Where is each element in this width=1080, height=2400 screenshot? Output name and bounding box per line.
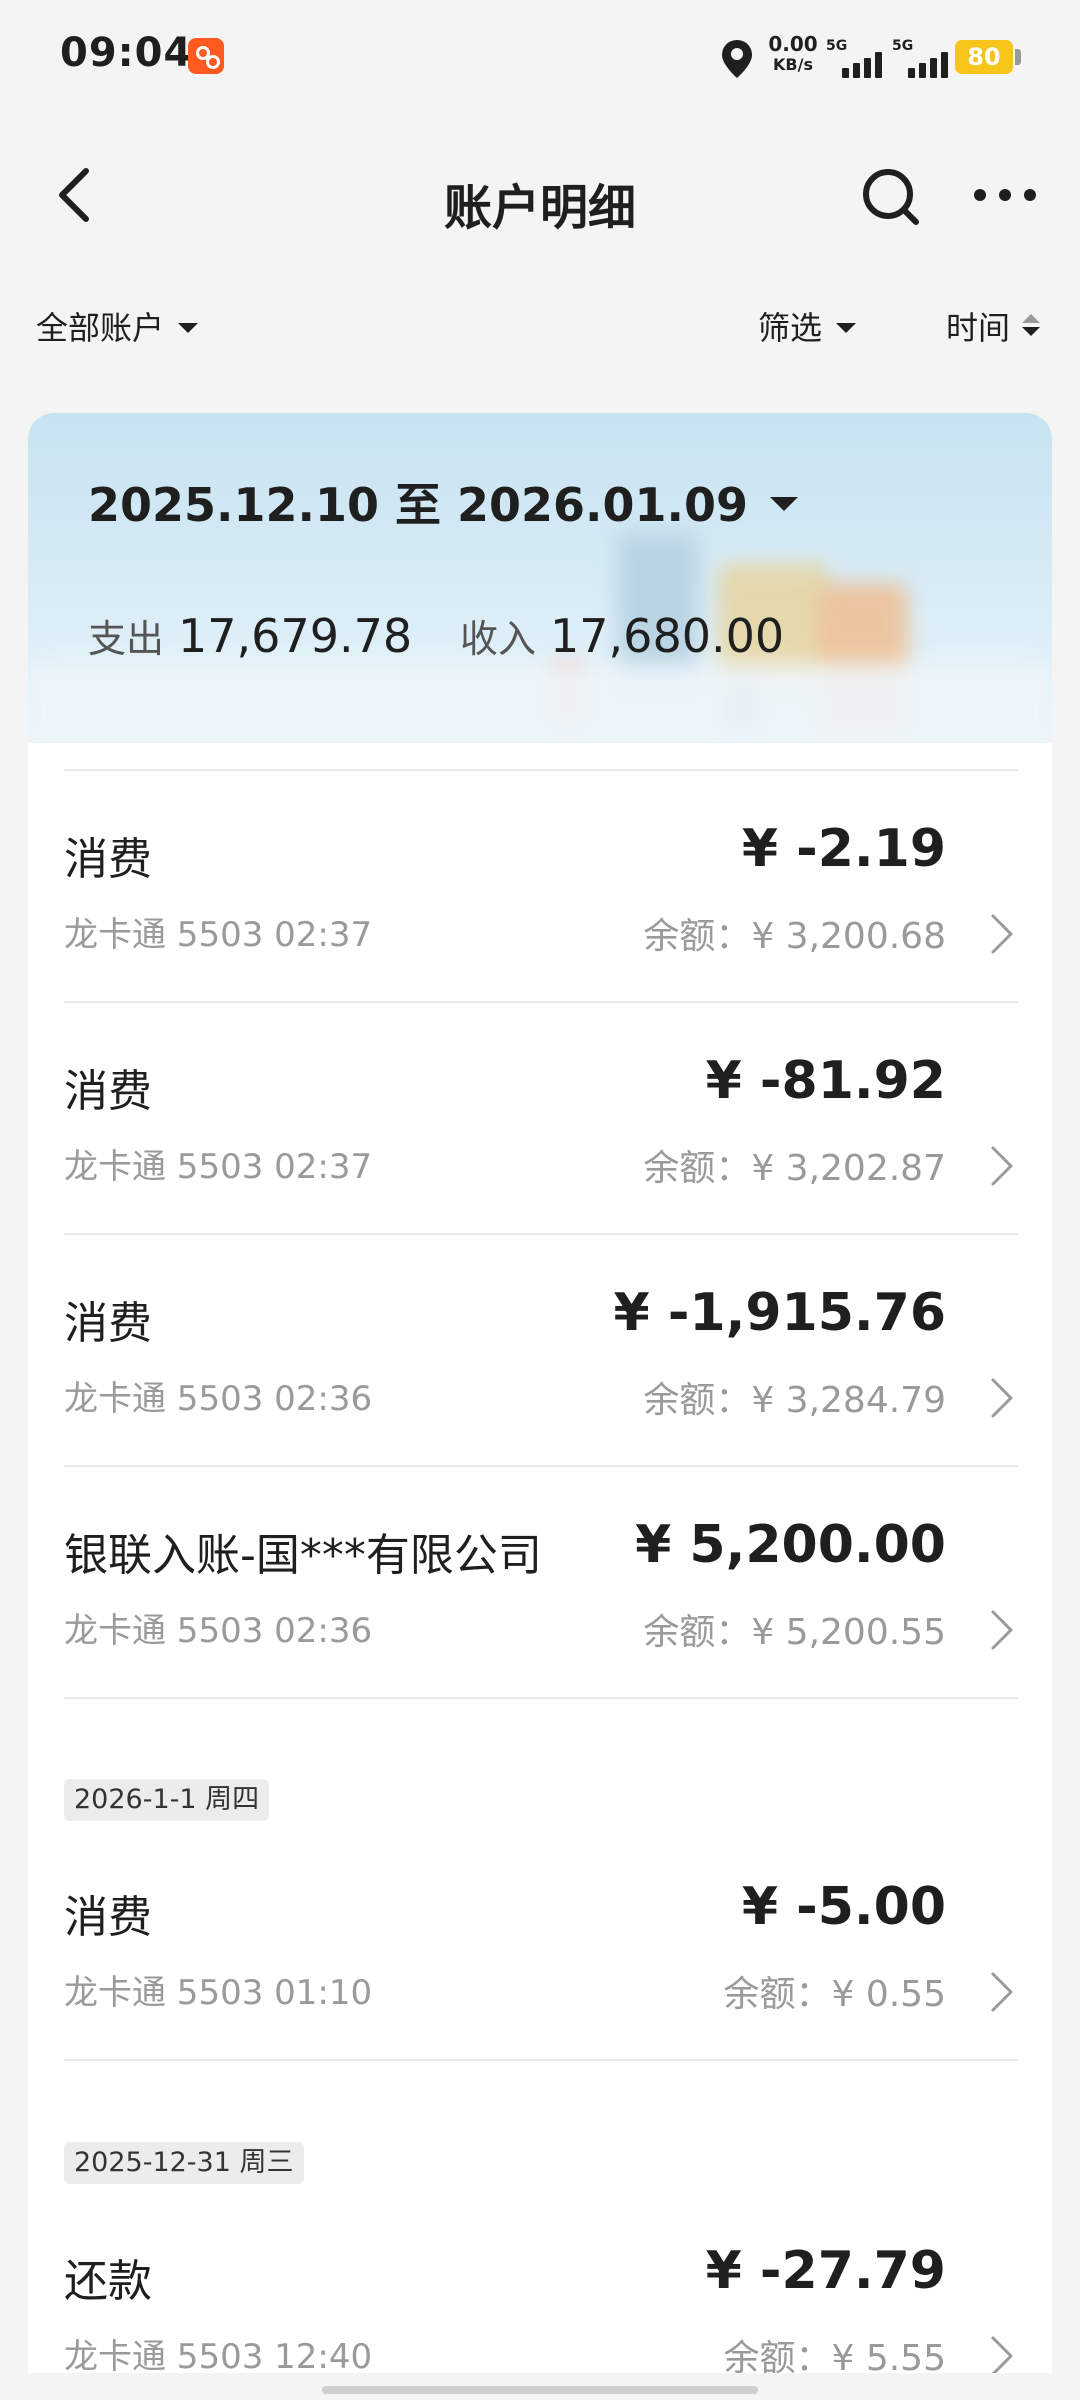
network-speed: 0.00 KB/s <box>765 34 821 73</box>
date-group-label: 2025-12-31 周三 <box>64 2142 304 2184</box>
chevron-right-icon <box>991 1610 1013 1650</box>
transaction-row[interactable]: 银联入账-国***有限公司 ¥ 5,200.00 龙卡通 5503 02:36 … <box>28 1467 1052 1699</box>
chevron-right-icon <box>991 1146 1013 1186</box>
filter-dropdown[interactable]: 筛选 <box>758 303 857 349</box>
transaction-balance: 余额：¥ 5.55 <box>723 2338 946 2373</box>
status-time: 09:04 <box>60 30 193 76</box>
network-speed-value: 0.00 <box>768 32 818 56</box>
transaction-account-time: 龙卡通 5503 12:40 <box>64 2337 373 2373</box>
transaction-account-time: 龙卡通 5503 02:37 <box>64 915 373 955</box>
filter-label: 筛选 <box>758 309 823 347</box>
battery-tip <box>1015 49 1021 65</box>
divider <box>64 1697 1018 1699</box>
more-icon[interactable] <box>970 180 1040 210</box>
transaction-row[interactable]: 消费 ¥ -1,915.76 龙卡通 5503 02:36 余额：¥ 3,284… <box>28 1235 1052 1467</box>
transaction-amount: ¥ -81.92 <box>705 1051 946 1111</box>
sort-label: 时间 <box>946 309 1011 347</box>
status-bar: 09:04 0.00 KB/s 5G 5G 80 <box>0 0 1080 116</box>
transaction-amount: ¥ -1,915.76 <box>613 1283 946 1343</box>
transaction-row[interactable]: 还款 ¥ -27.79 龙卡通 5503 12:40 余额：¥ 5.55 <box>28 2193 1052 2373</box>
transaction-title: 消费 <box>64 1892 152 1943</box>
expense-label: 支出 <box>88 617 165 661</box>
transaction-account-time: 龙卡通 5503 01:10 <box>64 1973 373 2013</box>
chevron-down-icon <box>178 323 199 333</box>
divider <box>64 2059 1018 2061</box>
account-details-screen: 09:04 0.00 KB/s 5G 5G 80 账户明细 全部账户 筛选 时间… <box>0 0 1080 2400</box>
transaction-amount: ¥ -5.00 <box>741 1877 946 1937</box>
signal-icon: 5G <box>892 38 956 78</box>
chevron-right-icon <box>991 2336 1013 2373</box>
transaction-row[interactable]: 消费 ¥ -81.92 龙卡通 5503 02:37 余额：¥ 3,202.87 <box>28 1003 1052 1235</box>
transaction-balance: 余额：¥ 3,284.79 <box>643 1380 946 1421</box>
transaction-title: 消费 <box>64 1298 152 1349</box>
transaction-account-time: 龙卡通 5503 02:36 <box>64 1611 373 1651</box>
income-summary: 收入 17,680.00 <box>460 608 784 663</box>
summary-card: 2025.12.10 至 2026.01.09 支出 17,679.78 收入 … <box>28 413 1052 743</box>
sort-time-button[interactable]: 时间 <box>946 303 1041 349</box>
income-label: 收入 <box>460 617 537 661</box>
transaction-amount: ¥ -2.19 <box>741 819 946 879</box>
chevron-right-icon <box>991 1378 1013 1418</box>
signal-label: 5G <box>826 38 848 54</box>
sort-icon <box>1022 314 1041 338</box>
nav-header: 账户明细 <box>0 130 1080 260</box>
expense-summary: 支出 17,679.78 <box>88 608 412 663</box>
transaction-amount: ¥ -27.79 <box>705 2241 946 2301</box>
transaction-balance: 余额：¥ 5,200.55 <box>643 1612 946 1653</box>
expense-value: 17,679.78 <box>178 609 413 663</box>
battery-icon: 80 <box>955 40 1013 74</box>
account-filter-dropdown[interactable]: 全部账户 <box>36 303 199 349</box>
chevron-right-icon <box>991 1972 1013 2012</box>
chevron-down-icon <box>836 323 857 333</box>
date-group-label: 2026-1-1 周四 <box>64 1779 270 1821</box>
chevron-right-icon <box>991 914 1013 954</box>
transaction-balance: 余额：¥ 0.55 <box>723 1974 946 2015</box>
app-badge-icon <box>188 38 224 74</box>
account-filter-label: 全部账户 <box>36 309 165 347</box>
date-range-selector[interactable]: 2025.12.10 至 2026.01.09 <box>88 469 799 535</box>
location-icon <box>722 40 752 78</box>
transaction-account-time: 龙卡通 5503 02:36 <box>64 1379 373 1419</box>
transaction-title: 银联入账-国***有限公司 <box>64 1530 542 1581</box>
transaction-title: 消费 <box>64 1066 152 1117</box>
background-decoration <box>28 663 1052 743</box>
income-value: 17,680.00 <box>550 609 785 663</box>
search-icon[interactable] <box>860 166 922 228</box>
transaction-title: 还款 <box>64 2256 152 2307</box>
transaction-row[interactable]: 消费 ¥ -2.19 龙卡通 5503 02:37 余额：¥ 3,200.68 <box>28 771 1052 1003</box>
transaction-title: 消费 <box>64 834 152 885</box>
signal-label: 5G <box>892 38 914 54</box>
transaction-row[interactable]: 消费 ¥ -5.00 龙卡通 5503 01:10 余额：¥ 0.55 <box>28 1829 1052 2061</box>
signal-icon: 5G <box>826 38 890 78</box>
chevron-down-icon <box>770 497 799 511</box>
network-speed-unit: KB/s <box>773 55 813 74</box>
transaction-account-time: 龙卡通 5503 02:37 <box>64 1147 373 1187</box>
transaction-balance: 余额：¥ 3,202.87 <box>643 1148 946 1189</box>
transaction-list: 消费 ¥ -2.19 龙卡通 5503 02:37 余额：¥ 3,200.68 … <box>28 743 1052 2373</box>
filter-bar: 全部账户 筛选 时间 <box>0 295 1080 355</box>
transaction-amount: ¥ 5,200.00 <box>635 1515 946 1575</box>
transaction-balance: 余额：¥ 3,200.68 <box>643 916 946 957</box>
home-indicator[interactable] <box>322 2386 758 2394</box>
date-range-text: 2025.12.10 至 2026.01.09 <box>88 478 749 532</box>
